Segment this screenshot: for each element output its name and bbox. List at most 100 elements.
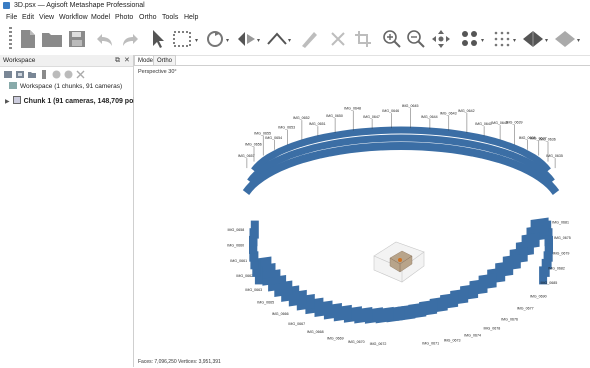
camera-label: IMG_0643 xyxy=(440,112,457,116)
zoom-out-icon[interactable] xyxy=(404,27,428,51)
undo-icon[interactable] xyxy=(93,27,117,51)
navigation-arrow-icon[interactable] xyxy=(146,27,170,51)
main-toolbar: ▾ ▾ ▾ ▾ ▾ ▾ ▾ ▾ xyxy=(0,24,590,56)
camera-label: IMG_0657 xyxy=(238,154,255,158)
workspace-panel-title: Workspace xyxy=(3,57,36,64)
title-bar: 3D.psx — Agisoft Metashape Professional xyxy=(0,0,590,11)
polyline-dropdown-icon[interactable]: ▾ xyxy=(288,37,291,44)
workspace-icon xyxy=(9,82,17,89)
texture-dropdown-icon[interactable]: ▾ xyxy=(577,37,580,44)
move-dropdown-icon[interactable]: ▾ xyxy=(257,37,260,44)
camera-label: IMG_0670 xyxy=(348,340,365,344)
camera-label: IMG_0674 xyxy=(464,334,481,338)
toolbar-grip[interactable] xyxy=(9,27,12,51)
menu-file[interactable]: File xyxy=(4,11,19,24)
camera-label: IMG_0675 xyxy=(554,236,571,240)
show-points-icon[interactable] xyxy=(490,27,514,51)
camera-label: IMG_0647 xyxy=(363,115,380,119)
camera-label: IMG_0666 xyxy=(272,312,289,316)
menu-edit[interactable]: Edit xyxy=(20,11,36,24)
show-model-icon[interactable] xyxy=(521,27,545,51)
move-object-icon[interactable] xyxy=(234,27,258,51)
camera-label: IMG_0635 xyxy=(546,154,563,158)
camera-label: IMG_0660 xyxy=(227,244,244,248)
camera-label: IMG_0663 xyxy=(245,288,262,292)
close-panel-icon[interactable]: ✕ xyxy=(124,56,130,65)
redo-icon[interactable] xyxy=(118,27,142,51)
save-icon[interactable] xyxy=(65,27,89,51)
crop-icon[interactable] xyxy=(351,27,375,51)
import-icon[interactable] xyxy=(40,70,49,79)
add-folder-icon[interactable] xyxy=(28,70,37,79)
points-dropdown-icon[interactable]: ▾ xyxy=(513,37,516,44)
camera-label: IMG_0653 xyxy=(278,126,295,130)
camera-label: IMG_0636 xyxy=(539,138,556,142)
menu-model[interactable]: Model xyxy=(89,11,112,24)
new-document-icon[interactable] xyxy=(16,27,40,51)
camera-label: IMG_0642 xyxy=(458,109,475,113)
rotate-dropdown-icon[interactable]: ▾ xyxy=(226,37,229,44)
app-logo-icon xyxy=(3,2,10,9)
draw-polyline-icon[interactable] xyxy=(265,27,289,51)
camera-label: IMG_0679 xyxy=(553,251,570,255)
workspace-panel: Workspace ⧉ ✕ Workspace (1 chunks, 91 ca… xyxy=(0,55,148,367)
ruler-icon[interactable] xyxy=(297,27,321,51)
workspace-tree-root[interactable]: Workspace (1 chunks, 91 cameras) xyxy=(9,82,122,92)
rotate-object-icon[interactable] xyxy=(203,27,227,51)
model-viewport[interactable]: Perspective 30° IMG_0681 IMG_0675 IMG_0679… xyxy=(134,65,590,368)
camera-label: IMG_0650 xyxy=(326,114,343,118)
zoom-in-icon[interactable] xyxy=(380,27,404,51)
camera-label: IMG_0662 xyxy=(236,274,253,278)
reconstructed-object[interactable] xyxy=(373,241,425,283)
menu-view[interactable]: View xyxy=(37,11,56,24)
menu-workflow[interactable]: Workflow xyxy=(57,11,90,24)
camera-label: IMG_0644 xyxy=(421,115,438,119)
camera-label: IMG_0672 xyxy=(370,342,387,346)
expand-chevron-icon[interactable]: ▶ xyxy=(5,99,10,105)
rectangle-selection-icon[interactable] xyxy=(170,27,194,51)
chunk-label: Chunk 1 (91 cameras, 148,709 points) xyxy=(23,98,149,105)
chunk-icon xyxy=(12,96,21,104)
camera-scene[interactable]: IMG_0681 IMG_0675 IMG_0679 IMG_0682 IMG_0685… xyxy=(134,66,590,368)
camera-label: IMG_0658 xyxy=(228,228,245,232)
delete-icon[interactable] xyxy=(326,27,350,51)
camera-label: IMG_0651 xyxy=(309,122,326,126)
workspace-toolbar xyxy=(0,67,133,81)
chunk-tree-item[interactable]: ▶ Chunk 1 (91 cameras, 148,709 points) xyxy=(5,96,148,107)
camera-label: IMG_0656 xyxy=(245,143,262,147)
move-icon[interactable] xyxy=(429,27,453,51)
camera-label: IMG_0665 xyxy=(257,301,274,305)
model-dropdown-icon[interactable]: ▾ xyxy=(545,37,548,44)
menu-ortho[interactable]: Ortho xyxy=(137,11,159,24)
camera-label: IMG_0677 xyxy=(517,307,534,311)
disable-icon[interactable] xyxy=(64,70,73,79)
camera-label: IMG_0652 xyxy=(293,116,310,120)
camera-label: IMG_0681 xyxy=(552,221,569,225)
camera-frame[interactable] xyxy=(250,220,259,239)
float-panel-icon[interactable]: ⧉ xyxy=(115,56,120,65)
add-chunk-icon[interactable] xyxy=(4,70,13,79)
camera-label: IMG_0669 xyxy=(327,336,344,340)
menu-tools[interactable]: Tools xyxy=(160,11,180,24)
cameras-dropdown-icon[interactable]: ▾ xyxy=(481,37,484,44)
camera-label: IMG_0673 xyxy=(444,339,461,343)
camera-label: IMG_0667 xyxy=(288,322,305,326)
camera-label: IMG_0668 xyxy=(307,330,324,334)
add-photos-icon[interactable] xyxy=(16,70,25,79)
selection-dropdown-icon[interactable]: ▾ xyxy=(195,37,198,44)
open-folder-icon[interactable] xyxy=(40,27,64,51)
menu-photo[interactable]: Photo xyxy=(113,11,135,24)
menu-help[interactable]: Help xyxy=(182,11,200,24)
camera-label: IMG_0685 xyxy=(541,281,558,285)
camera-label: IMG_0690 xyxy=(530,294,547,298)
remove-icon[interactable] xyxy=(76,70,85,79)
show-cameras-icon[interactable] xyxy=(458,27,482,51)
show-texture-icon[interactable] xyxy=(553,27,577,51)
enable-icon[interactable] xyxy=(52,70,61,79)
workspace-root-label: Workspace (1 chunks, 91 cameras) xyxy=(20,83,123,90)
viewport-status: Faces: 7,096,250 Vertices: 3,951,391 xyxy=(138,359,221,365)
camera-label: IMG_0645 xyxy=(402,104,419,108)
camera-label: IMG_0639 xyxy=(506,121,523,125)
camera-label: IMG_0678 xyxy=(484,326,501,330)
workspace-panel-header: Workspace ⧉ ✕ xyxy=(0,55,133,67)
